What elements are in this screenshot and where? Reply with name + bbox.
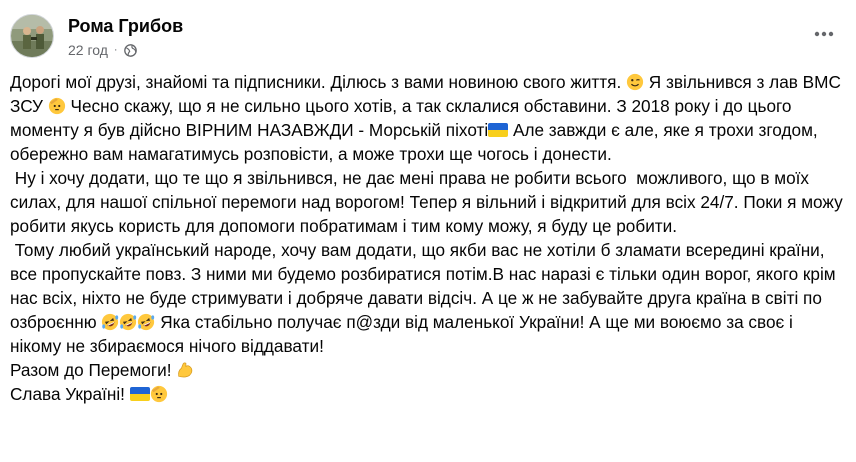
meta-separator: ·	[113, 44, 118, 56]
post-header: Рома Грибов 22 год ·	[10, 10, 846, 62]
author-name[interactable]: Рома Грибов	[68, 16, 183, 36]
post-text: Дорогі мої друзі, знайомі та підписники.…	[10, 72, 627, 92]
post-paragraph: Слава Україні!	[10, 382, 846, 406]
post-timestamp[interactable]: 22 год	[68, 42, 108, 58]
post-text: Слава Україні!	[10, 384, 130, 404]
post-paragraph: Тому любий український народе, хочу вам …	[10, 238, 846, 358]
ukraine-flag-icon	[129, 387, 150, 401]
post-paragraph: Дорогі мої друзі, знайомі та підписники.…	[10, 70, 846, 166]
more-horizontal-icon	[814, 31, 834, 37]
avatar-image	[11, 15, 53, 57]
post-paragraph: Ну і хочу додати, що те що я звільнився,…	[10, 166, 846, 238]
rofl-face-icon	[137, 313, 155, 331]
avatar[interactable]	[10, 14, 54, 58]
winking-face-icon	[626, 73, 644, 91]
flexed-biceps-icon	[176, 361, 194, 379]
rofl-face-icon	[119, 313, 137, 331]
post-paragraph: Разом до Перемоги!	[10, 358, 846, 382]
post-text: Ну і хочу додати, що те що я звільнився,…	[10, 168, 848, 236]
rofl-face-icon	[101, 313, 119, 331]
globe-icon[interactable]	[123, 43, 137, 57]
ukraine-flag-icon	[488, 123, 509, 137]
saluting-face-icon	[150, 385, 168, 403]
post-body: Дорогі мої друзі, знайомі та підписники.…	[10, 70, 846, 406]
more-options-button[interactable]	[810, 20, 838, 48]
post-meta: 22 год ·	[68, 40, 137, 60]
saluting-face-icon	[48, 97, 66, 115]
post-text: Разом до Перемоги!	[10, 360, 177, 380]
facebook-post: Рома Грибов 22 год · Дорогі мої друзі, з…	[0, 0, 856, 462]
